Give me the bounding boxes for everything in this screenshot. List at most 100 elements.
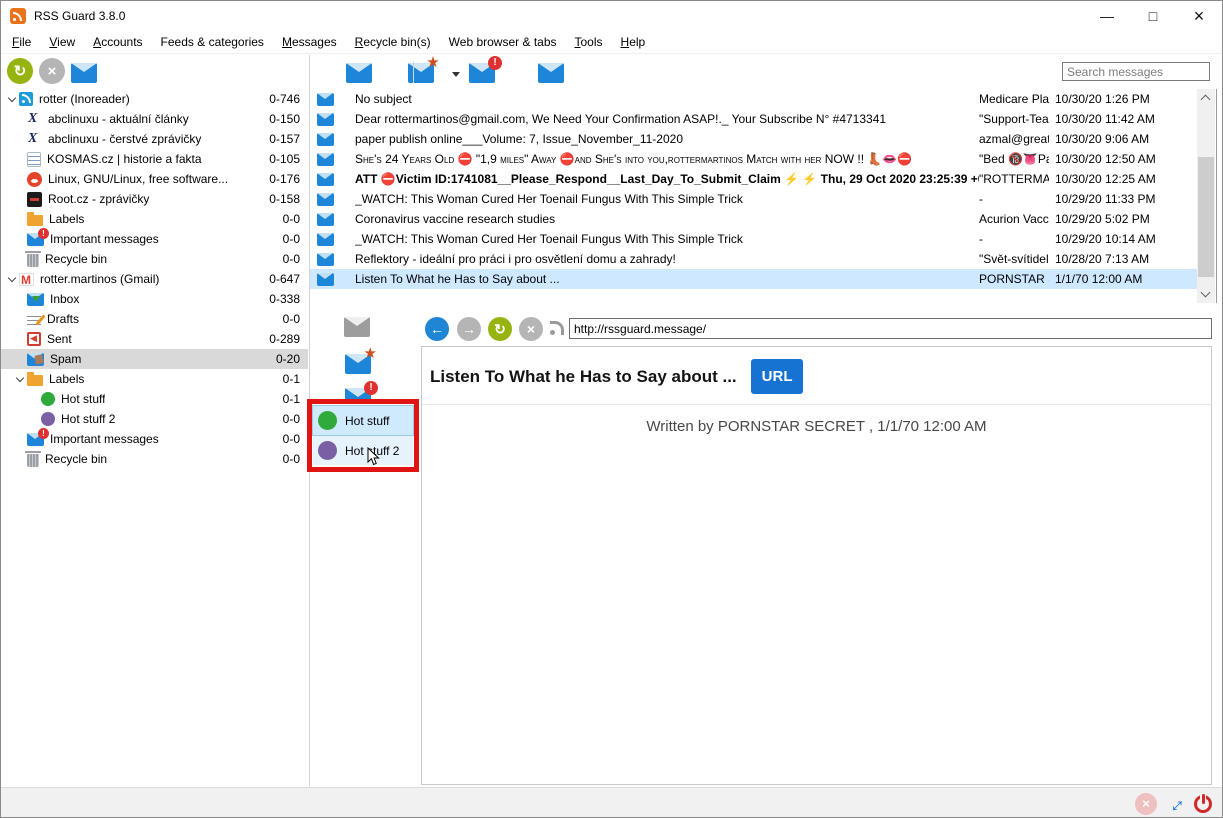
feed-item-linux-gnu-linux-free-software[interactable]: Linux, GNU/Linux, free software...0-176 bbox=[1, 169, 308, 189]
quit-power-icon[interactable] bbox=[1194, 795, 1212, 813]
feed-item-important-messages[interactable]: !Important messages0-0 bbox=[1, 429, 308, 449]
scroll-down-icon[interactable] bbox=[1201, 288, 1211, 298]
maximize-button[interactable]: □ bbox=[1130, 1, 1176, 31]
feed-item-inbox[interactable]: Inbox0-338 bbox=[1, 289, 308, 309]
mark-read-menu-icon[interactable] bbox=[538, 63, 564, 83]
label-color-icon bbox=[318, 441, 337, 460]
menu-tools[interactable]: Tools bbox=[566, 32, 612, 52]
message-date: 10/29/20 10:14 AM bbox=[1049, 232, 1197, 246]
message-row[interactable]: ATT ⛔Victim ID:1741081__Please_Respond__… bbox=[310, 169, 1197, 189]
feed-item-recycle-bin[interactable]: Recycle bin0-0 bbox=[1, 249, 308, 269]
close-button[interactable]: × bbox=[1176, 1, 1222, 31]
label-item-hot-stuff-2[interactable]: Hot stuff 2 bbox=[313, 436, 413, 465]
message-date: 10/30/20 11:42 AM bbox=[1049, 112, 1197, 126]
important-icon: ! bbox=[27, 233, 44, 246]
menu-feeds-categories[interactable]: Feeds & categories bbox=[152, 32, 273, 52]
feed-item-root-cz-zpr-vi-ky[interactable]: Root.cz - zprávičky0-158 bbox=[1, 189, 308, 209]
message-subject: Dear rottermartinos@gmail.com, We Need Y… bbox=[355, 112, 979, 126]
unread-total-count: 0-150 bbox=[269, 112, 308, 126]
mark-alert-icon[interactable]: ! bbox=[469, 63, 495, 83]
message-subject: ATT ⛔Victim ID:1741081__Please_Respond__… bbox=[355, 172, 979, 186]
feed-item-kosmas-cz-historie-a-fakta[interactable]: KOSMAS.cz | historie a fakta0-105 bbox=[1, 149, 308, 169]
chevron-down-icon[interactable] bbox=[5, 98, 19, 101]
back-button[interactable]: ← bbox=[425, 317, 449, 341]
unread-total-count: 0-0 bbox=[283, 252, 308, 266]
search-input[interactable] bbox=[1062, 62, 1210, 81]
mark-read-icon[interactable] bbox=[71, 63, 97, 83]
message-sender: Acurion Vaccine S... bbox=[979, 212, 1049, 226]
menu-view[interactable]: View bbox=[40, 32, 84, 52]
toggle-read-icon[interactable] bbox=[344, 317, 370, 337]
feed-tree: rotter (Inoreader)0-746abclinuxu - aktuá… bbox=[1, 89, 308, 469]
message-row[interactable]: Listen To What he Has to Say about ...PO… bbox=[310, 269, 1197, 289]
feed-item-hot-stuff-2[interactable]: Hot stuff 20-0 bbox=[1, 409, 308, 429]
message-row[interactable]: _WATCH: This Woman Cured Her Toenail Fun… bbox=[310, 229, 1197, 249]
message-row[interactable]: _WATCH: This Woman Cured Her Toenail Fun… bbox=[310, 189, 1197, 209]
feed-item-abclinuxu-aktu-ln-l-nky[interactable]: abclinuxu - aktuální články0-150 bbox=[1, 109, 308, 129]
feed-item-labels[interactable]: Labels0-0 bbox=[1, 209, 308, 229]
message-sender: "Svět-svítidel.cz" ... bbox=[979, 252, 1049, 266]
feed-item-abclinuxu-erstv-zpr-vi-ky[interactable]: abclinuxu - čerstvé zprávičky 0-157 bbox=[1, 129, 308, 149]
spam-icon bbox=[27, 353, 44, 366]
message-list-scrollbar[interactable] bbox=[1197, 89, 1215, 303]
message-row[interactable]: No subjectMedicare Plan <e...10/30/20 1:… bbox=[310, 89, 1197, 109]
menu-accounts[interactable]: Accounts bbox=[84, 32, 151, 52]
feed-label: Labels bbox=[49, 372, 84, 386]
forward-button[interactable]: → bbox=[457, 317, 481, 341]
unread-total-count: 0-0 bbox=[283, 212, 308, 226]
url-input[interactable] bbox=[569, 318, 1212, 339]
chevron-down-icon[interactable] bbox=[452, 72, 460, 77]
article-url-button[interactable]: URL bbox=[751, 359, 804, 394]
menu-help[interactable]: Help bbox=[612, 32, 655, 52]
unread-total-count: 0-0 bbox=[283, 452, 308, 466]
feed-item-drafts[interactable]: Drafts0-0 bbox=[1, 309, 308, 329]
sent-icon bbox=[27, 332, 41, 346]
chevron-down-icon[interactable] bbox=[13, 378, 27, 381]
minimize-button[interactable]: — bbox=[1084, 1, 1130, 31]
refresh-feeds-button[interactable]: ↻ bbox=[7, 58, 33, 84]
toggle-important-icon[interactable]: ★ bbox=[345, 354, 371, 374]
message-row[interactable]: Reflektory - ideální pro práci i pro osv… bbox=[310, 249, 1197, 269]
message-row[interactable]: She's 24 Years Old ⛔ "1,9 miles" Away ⛔a… bbox=[310, 149, 1197, 169]
message-row[interactable]: paper publish online___Volume: 7, Issue_… bbox=[310, 129, 1197, 149]
mail-icon bbox=[317, 193, 334, 206]
chevron-down-icon[interactable] bbox=[5, 278, 19, 281]
feed-label: Spam bbox=[50, 352, 81, 366]
unread-total-count: 0-20 bbox=[276, 352, 308, 366]
mark-message-read-icon[interactable] bbox=[346, 63, 372, 83]
feed-item-important-messages[interactable]: !Important messages0-0 bbox=[1, 229, 308, 249]
reload-button[interactable]: ↻ bbox=[488, 317, 512, 341]
menu-web-browser-tabs[interactable]: Web browser & tabs bbox=[440, 32, 566, 52]
feed-item-spam[interactable]: Spam 0-20 bbox=[1, 349, 308, 369]
mail-icon bbox=[317, 133, 334, 146]
label-item-hot-stuff[interactable]: Hot stuff bbox=[313, 406, 413, 435]
menu-file[interactable]: File bbox=[3, 32, 40, 52]
unread-total-count: 0-157 bbox=[269, 132, 308, 146]
mark-important-icon[interactable]: ★ bbox=[408, 63, 434, 83]
menu-recycle-bin-s[interactable]: Recycle bin(s) bbox=[346, 32, 440, 52]
feed-item-sent[interactable]: Sent0-289 bbox=[1, 329, 308, 349]
message-sender: PORNSTAR SECR... bbox=[979, 272, 1049, 286]
message-row[interactable]: Coronavirus vaccine research studiesAcur… bbox=[310, 209, 1197, 229]
unread-total-count: 0-1 bbox=[283, 392, 308, 406]
stop-fetching-button[interactable]: × bbox=[39, 58, 65, 84]
feed-item-rotter-martinos-gmail[interactable]: rotter.martinos (Gmail)0-647 bbox=[1, 269, 308, 289]
unread-total-count: 0-176 bbox=[269, 172, 308, 186]
status-bar: × ↔ bbox=[1, 787, 1222, 818]
feed-item-hot-stuff[interactable]: Hot stuff0-1 bbox=[1, 389, 308, 409]
stop-load-button[interactable]: × bbox=[519, 317, 543, 341]
scroll-up-icon[interactable] bbox=[1201, 95, 1211, 105]
feed-label: abclinuxu - čerstvé zprávičky bbox=[48, 132, 201, 146]
feed-item-rotter-inoreader[interactable]: rotter (Inoreader)0-746 bbox=[1, 89, 308, 109]
drafts-icon bbox=[27, 313, 41, 326]
scrollbar-thumb[interactable] bbox=[1198, 157, 1214, 277]
feed-item-recycle-bin[interactable]: Recycle bin0-0 bbox=[1, 449, 308, 469]
feed-item-labels[interactable]: Labels0-1 bbox=[1, 369, 308, 389]
fullscreen-icon[interactable]: ↔ bbox=[1161, 789, 1190, 818]
message-sender: "Support-Team" ... bbox=[979, 112, 1049, 126]
rss-guard-window: RSS Guard 3.8.0 — □ × FileViewAccountsFe… bbox=[0, 0, 1223, 818]
menu-messages[interactable]: Messages bbox=[273, 32, 346, 52]
message-date: 10/29/20 5:02 PM bbox=[1049, 212, 1197, 226]
message-row[interactable]: Dear rottermartinos@gmail.com, We Need Y… bbox=[310, 109, 1197, 129]
reddit-icon bbox=[27, 172, 42, 187]
